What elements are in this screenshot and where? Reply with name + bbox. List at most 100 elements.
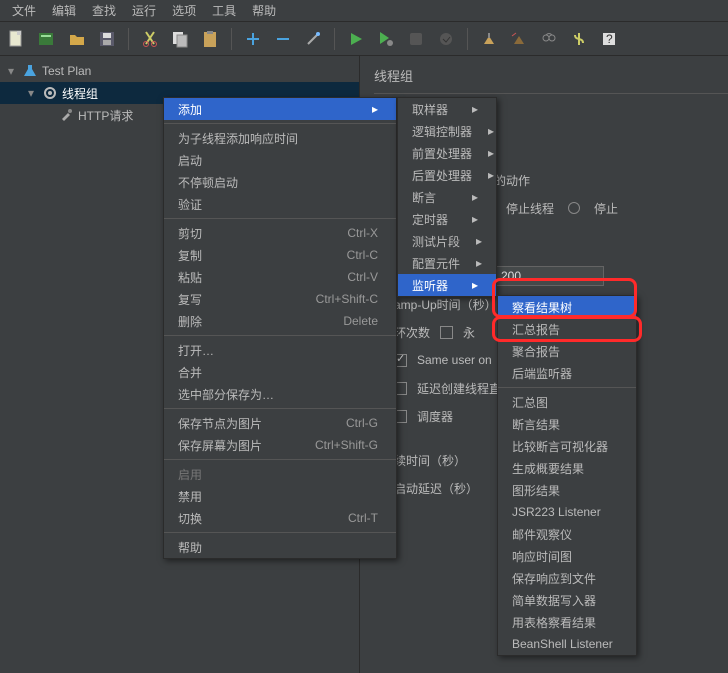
context-menu-main: 添加▸ 为子线程添加响应时间启动不停顿启动验证剪切Ctrl-X复制Ctrl-C粘贴…: [163, 97, 397, 559]
cut-icon[interactable]: [139, 28, 161, 50]
menu-item[interactable]: 生成概要结果: [498, 457, 636, 479]
menu-item[interactable]: 打开…: [164, 339, 396, 361]
minus-icon[interactable]: [272, 28, 294, 50]
menu-选项[interactable]: 选项: [164, 0, 204, 21]
menu-item[interactable]: 合并: [164, 361, 396, 383]
menu-编辑[interactable]: 编辑: [44, 0, 84, 21]
menu-item[interactable]: 剪切Ctrl-X: [164, 222, 396, 244]
menu-item[interactable]: 逻辑控制器▸: [398, 120, 496, 142]
svg-text:?: ?: [606, 32, 613, 46]
chevron-right-icon: ▸: [488, 168, 494, 182]
menu-item[interactable]: 邮件观察仪: [498, 523, 636, 545]
menu-item[interactable]: 取样器▸: [398, 98, 496, 120]
wand-icon[interactable]: [302, 28, 324, 50]
flask-icon: [22, 63, 38, 79]
menu-item[interactable]: 帮助: [164, 536, 396, 558]
menu-运行[interactable]: 运行: [124, 0, 164, 21]
menu-item[interactable]: 断言结果: [498, 413, 636, 435]
menu-item[interactable]: 后置处理器▸: [398, 164, 496, 186]
tree-root[interactable]: ▾ Test Plan: [0, 60, 359, 82]
menu-item[interactable]: 选中部分保存为…: [164, 383, 396, 405]
menu-item[interactable]: 后端监听器: [498, 362, 636, 384]
stop-now-label: 停止: [594, 200, 618, 217]
menu-item[interactable]: 保存屏幕为图片Ctrl+Shift-G: [164, 434, 396, 456]
same-user-label: Same user on: [417, 353, 492, 367]
collapse-icon[interactable]: ▾: [28, 86, 38, 100]
pipette-icon: [58, 107, 74, 123]
menu-查找[interactable]: 查找: [84, 0, 124, 21]
chevron-right-icon: ▸: [476, 234, 482, 248]
menu-item[interactable]: 测试片段▸: [398, 230, 496, 252]
menu-item: 启用: [164, 463, 396, 485]
menu-item[interactable]: 复写Ctrl+Shift-C: [164, 288, 396, 310]
run-icon[interactable]: [345, 28, 367, 50]
menu-item[interactable]: 前置处理器▸: [398, 142, 496, 164]
chevron-right-icon: ▸: [472, 278, 478, 292]
stop-icon[interactable]: [405, 28, 427, 50]
menu-item[interactable]: 验证: [164, 193, 396, 215]
paste-icon[interactable]: [199, 28, 221, 50]
menu-item[interactable]: 简单数据写入器: [498, 589, 636, 611]
save-icon[interactable]: [96, 28, 118, 50]
tree-group-label: 线程组: [62, 85, 98, 102]
template-icon[interactable]: [36, 28, 58, 50]
search-icon[interactable]: [538, 28, 560, 50]
stop-now-radio[interactable]: [568, 202, 580, 214]
stop-thread-label: 停止线程: [506, 200, 554, 217]
clear-all-icon[interactable]: [508, 28, 530, 50]
chevron-right-icon: ▸: [488, 146, 494, 160]
menu-item[interactable]: 复制Ctrl-C: [164, 244, 396, 266]
tree-root-label: Test Plan: [42, 64, 91, 78]
scheduler-label: 调度器: [417, 408, 453, 425]
toolbar: ?: [0, 22, 728, 56]
help-icon[interactable]: ?: [598, 28, 620, 50]
collapse-icon[interactable]: ▾: [8, 64, 18, 78]
menu-item[interactable]: 用表格察看结果: [498, 611, 636, 633]
menu-item[interactable]: 响应时间图: [498, 545, 636, 567]
menu-item[interactable]: 汇总报告: [498, 318, 636, 340]
open-icon[interactable]: [66, 28, 88, 50]
plus-icon[interactable]: [242, 28, 264, 50]
menu-item[interactable]: 为子线程添加响应时间: [164, 127, 396, 149]
forever-checkbox[interactable]: [440, 326, 453, 339]
forever-label: 永: [463, 324, 475, 341]
menu-item[interactable]: 图形结果: [498, 479, 636, 501]
menubar: 文件编辑查找运行选项工具帮助: [0, 0, 728, 22]
function-icon[interactable]: [568, 28, 590, 50]
delay-create-label: 延迟创建线程直: [417, 380, 501, 397]
menu-item[interactable]: 聚合报告: [498, 340, 636, 362]
shutdown-icon[interactable]: [435, 28, 457, 50]
menu-item[interactable]: 禁用: [164, 485, 396, 507]
menu-item[interactable]: JSR223 Listener: [498, 501, 636, 523]
chevron-right-icon: ▸: [472, 212, 478, 226]
run-no-pause-icon[interactable]: [375, 28, 397, 50]
menu-item[interactable]: 察看结果树: [498, 296, 636, 318]
chevron-right-icon: ▸: [472, 190, 478, 204]
menu-item[interactable]: 切换Ctrl-T: [164, 507, 396, 529]
clear-icon[interactable]: [478, 28, 500, 50]
menu-item[interactable]: 比较断言可视化器: [498, 435, 636, 457]
copy-icon[interactable]: [169, 28, 191, 50]
menu-item[interactable]: 添加▸: [164, 98, 396, 120]
menu-item[interactable]: 汇总图: [498, 391, 636, 413]
menu-item[interactable]: 启动: [164, 149, 396, 171]
menu-item[interactable]: 定时器▸: [398, 208, 496, 230]
menu-item[interactable]: 保存节点为图片Ctrl-G: [164, 412, 396, 434]
thread-count-input[interactable]: 200: [494, 266, 604, 286]
menu-工具[interactable]: 工具: [204, 0, 244, 21]
context-menu-listener: 察看结果树汇总报告聚合报告后端监听器汇总图断言结果比较断言可视化器生成概要结果图…: [497, 295, 637, 656]
rampup-label: amp-Up时间（秒）: [394, 296, 497, 313]
menu-item[interactable]: 删除Delete: [164, 310, 396, 332]
tree-http-label: HTTP请求: [78, 107, 133, 124]
menu-文件[interactable]: 文件: [4, 0, 44, 21]
menu-item[interactable]: 监听器▸: [398, 274, 496, 296]
menu-item[interactable]: 粘贴Ctrl-V: [164, 266, 396, 288]
menu-item[interactable]: 配置元件▸: [398, 252, 496, 274]
menu-item[interactable]: 不停顿启动: [164, 171, 396, 193]
menu-item[interactable]: 断言▸: [398, 186, 496, 208]
menu-item[interactable]: 保存响应到文件: [498, 567, 636, 589]
menu-item[interactable]: BeanShell Listener: [498, 633, 636, 655]
menu-帮助[interactable]: 帮助: [244, 0, 284, 21]
chevron-right-icon: ▸: [472, 102, 478, 116]
new-file-icon[interactable]: [6, 28, 28, 50]
